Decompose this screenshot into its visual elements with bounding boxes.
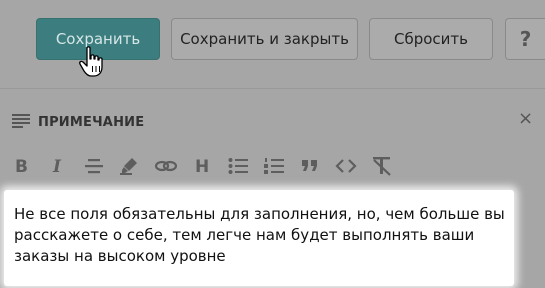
svg-text:I: I — [52, 157, 62, 175]
editor-toolbar: B I H — [0, 150, 545, 182]
panel-header: ПРИМЕЧАНИЕ × — [0, 100, 545, 140]
code-icon[interactable] — [332, 150, 360, 182]
reset-button[interactable]: Сбросить — [369, 18, 493, 60]
close-icon[interactable]: × — [518, 108, 533, 129]
link-icon[interactable] — [152, 150, 180, 182]
divider — [0, 88, 545, 89]
menu-lines-icon — [12, 114, 30, 128]
note-editor[interactable]: Не все поля обязательны для заполнения, … — [4, 190, 514, 286]
bold-icon[interactable]: B — [8, 150, 36, 182]
italic-icon[interactable]: I — [44, 150, 72, 182]
highlight-icon[interactable] — [116, 150, 144, 182]
help-button[interactable]: ? — [505, 18, 545, 60]
svg-text:B: B — [15, 157, 28, 175]
bullet-list-icon[interactable] — [224, 150, 252, 182]
panel-title: ПРИМЕЧАНИЕ — [38, 115, 145, 130]
strikethrough-icon[interactable] — [80, 150, 108, 182]
svg-text:H: H — [195, 157, 209, 175]
clear-format-icon[interactable] — [368, 150, 396, 182]
quote-icon[interactable] — [296, 150, 324, 182]
hand-cursor-icon — [79, 46, 103, 77]
editor-text[interactable]: Не все поля обязательны для заполнения, … — [14, 204, 509, 267]
numbered-list-icon[interactable] — [260, 150, 288, 182]
heading-icon[interactable]: H — [188, 150, 216, 182]
save-and-close-button[interactable]: Сохранить и закрыть — [171, 18, 358, 60]
